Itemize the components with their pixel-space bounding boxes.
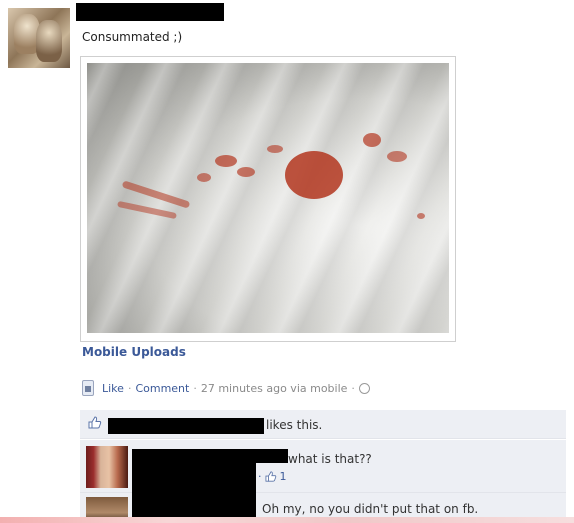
comment-link[interactable]: Comment: [135, 382, 189, 395]
globe-icon: [358, 382, 370, 394]
photo-stain: [117, 200, 177, 220]
post-photo-frame[interactable]: [80, 56, 456, 342]
photo-stain: [387, 151, 407, 162]
post-timestamp[interactable]: 27 minutes ago via mobile: [201, 382, 348, 395]
comment-likes[interactable]: · 1: [258, 470, 287, 483]
like-link[interactable]: Like: [102, 382, 124, 395]
redacted-commenter-name: [256, 449, 288, 463]
separator: ·: [193, 381, 197, 395]
redacted-poster-name: [76, 3, 224, 21]
thumbs-up-icon: [265, 471, 276, 482]
separator: ·: [351, 381, 355, 395]
photo-stain: [237, 167, 255, 177]
likes-text: likes this.: [266, 418, 323, 432]
comment-text: Oh my, no you didn't put that on fb.: [262, 502, 479, 516]
bottom-edge: [0, 517, 574, 523]
comment-like-count: 1: [279, 470, 287, 483]
photo-stain: [285, 151, 343, 199]
photo-stain: [363, 133, 381, 147]
commenter-avatar[interactable]: [86, 446, 128, 488]
separator: ·: [127, 381, 132, 395]
poster-avatar[interactable]: [8, 8, 70, 68]
mobile-upload-icon: [82, 380, 94, 396]
thumbs-up-icon: [88, 416, 102, 431]
photo-stain: [215, 155, 237, 167]
avatar-kitten: [36, 20, 62, 62]
post-photo[interactable]: [87, 63, 449, 333]
separator: ·: [258, 470, 262, 483]
photo-stain: [197, 173, 211, 182]
status-text: Consummated ;): [82, 30, 183, 44]
photo-stain: [267, 145, 283, 153]
photo-stain: [417, 213, 425, 219]
redacted-liker-names: [108, 418, 264, 434]
post-actions: Like · Comment · 27 minutes ago via mobi…: [82, 380, 370, 396]
album-link[interactable]: Mobile Uploads: [82, 345, 186, 359]
comment-text: what is that??: [288, 452, 372, 466]
redacted-commenter-names: [132, 449, 256, 523]
